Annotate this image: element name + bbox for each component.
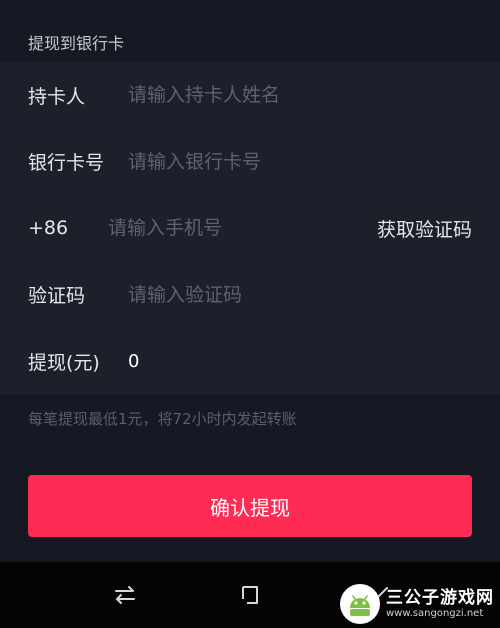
confirm-withdraw-button[interactable]: 确认提现	[28, 475, 472, 537]
site-watermark: 三公子游戏网 www.sangongzi.net	[340, 580, 494, 628]
withdraw-hint: 每笔提现最低1元，将72小时内发起转账	[28, 409, 297, 428]
withdraw-form: 持卡人 银行卡号 +86 获取验证码 验证码 提现(元) 0	[0, 62, 500, 395]
card-number-row: 银行卡号	[0, 129, 500, 196]
amount-value[interactable]: 0	[128, 351, 139, 372]
card-number-label: 银行卡号	[28, 152, 105, 175]
phone-input[interactable]	[108, 217, 377, 240]
verification-label: 验证码	[28, 285, 86, 308]
cardholder-input[interactable]	[128, 84, 472, 107]
amount-row: 提现(元) 0	[0, 328, 500, 395]
android-mascot-icon	[340, 584, 380, 624]
amount-label: 提现(元)	[28, 351, 100, 374]
switch-apps-icon[interactable]	[110, 580, 140, 610]
card-number-input[interactable]	[128, 150, 472, 173]
cardholder-row: 持卡人	[0, 62, 500, 129]
recents-icon[interactable]	[235, 580, 265, 610]
get-code-button[interactable]: 获取验证码	[377, 215, 472, 242]
watermark-url: www.sangongzi.net	[386, 607, 484, 619]
phone-row: +86 获取验证码	[0, 195, 500, 262]
section-header: 提现到银行卡	[0, 0, 500, 62]
country-code-prefix[interactable]: +86	[28, 217, 108, 239]
watermark-title: 三公子游戏网	[386, 588, 494, 609]
section-title: 提现到银行卡	[28, 34, 125, 53]
verification-row: 验证码	[0, 262, 500, 329]
verification-input[interactable]	[128, 283, 472, 306]
confirm-withdraw-label: 确认提现	[210, 495, 290, 520]
cardholder-label: 持卡人	[28, 85, 86, 108]
